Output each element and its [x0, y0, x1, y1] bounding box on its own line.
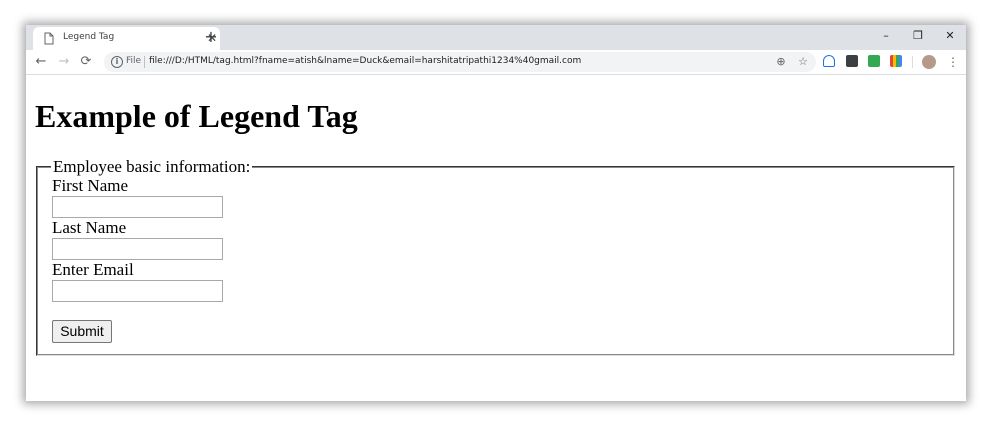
reload-button[interactable]: ⟳ [78, 54, 94, 70]
tab-title: Legend Tag [63, 32, 115, 42]
browser-window: Legend Tag ✕ + – ❐ ✕ ← → ⟳ i File file:/… [26, 25, 966, 401]
extension-colorbars-icon[interactable] [890, 55, 902, 67]
info-icon[interactable]: i [111, 56, 123, 68]
document-icon [44, 32, 54, 45]
extension-person-icon[interactable] [823, 55, 835, 67]
address-bar[interactable]: i File file:///D:/HTML/tag.html?fname=at… [104, 52, 816, 72]
employee-fieldset: Employee basic information: First Name L… [36, 157, 955, 356]
bookmark-star-icon[interactable]: ☆ [796, 54, 810, 70]
tab-strip: Legend Tag ✕ + – ❐ ✕ [26, 25, 966, 50]
close-window-button[interactable]: ✕ [942, 28, 958, 44]
last-name-label: Last Name [52, 218, 127, 237]
minimize-button[interactable]: – [878, 28, 894, 44]
browser-toolbar: ← → ⟳ i File file:///D:/HTML/tag.html?fn… [26, 50, 966, 75]
page-title: Example of Legend Tag [35, 98, 358, 134]
email-input[interactable] [52, 280, 223, 302]
extension-m-icon[interactable] [846, 55, 858, 67]
new-tab-button[interactable]: + [202, 28, 220, 46]
first-name-input[interactable] [52, 196, 223, 218]
divider [912, 56, 913, 68]
page-content: Example of Legend Tag Employee basic inf… [26, 76, 966, 401]
scheme-label: File [126, 56, 142, 66]
last-name-input[interactable] [52, 238, 223, 260]
email-label: Enter Email [52, 260, 134, 279]
fieldset-legend: Employee basic information: [53, 157, 251, 176]
extension-green-icon[interactable] [868, 55, 880, 67]
profile-avatar-icon[interactable] [922, 55, 936, 69]
zoom-icon[interactable]: ⊕ [774, 54, 788, 70]
first-name-label: First Name [52, 176, 129, 195]
tab-legend-tag[interactable]: Legend Tag ✕ [33, 27, 220, 50]
forward-button[interactable]: → [56, 54, 72, 70]
restore-button[interactable]: ❐ [910, 28, 926, 44]
divider [144, 56, 145, 68]
menu-icon[interactable]: ⋮ [947, 54, 959, 70]
url-text[interactable]: file:///D:/HTML/tag.html?fname=atish&lna… [149, 56, 581, 66]
submit-button[interactable]: Submit [52, 320, 112, 343]
back-button[interactable]: ← [33, 54, 49, 70]
